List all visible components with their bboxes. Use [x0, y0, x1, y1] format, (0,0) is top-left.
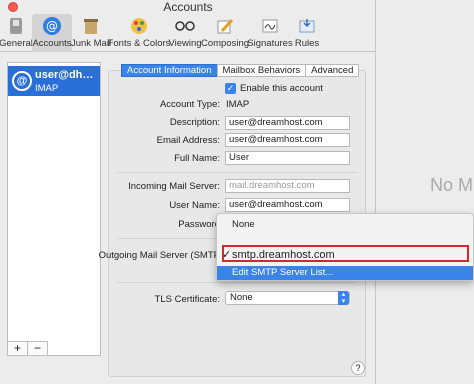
tab-advanced[interactable]: Advanced [305, 64, 360, 77]
fullname-field[interactable]: User [225, 151, 350, 165]
no-message-placeholder: No M [430, 175, 474, 195]
rules-icon [297, 16, 317, 36]
account-list[interactable]: @ user@dh… IMAP [7, 62, 101, 356]
switch-icon [6, 16, 26, 36]
description-label: Description: [169, 117, 220, 128]
preferences-toolbar: General @ Accounts Junk Mail Fonts & Col… [0, 14, 376, 52]
password-label: Password [178, 219, 220, 230]
palette-icon [129, 16, 149, 36]
email-field[interactable]: user@dreamhost.com [225, 133, 350, 147]
toolbar-accounts[interactable]: @ Accounts [32, 14, 72, 52]
username-label: User Name: [169, 200, 220, 211]
account-list-buttons: + − [7, 341, 48, 356]
tab-account-information[interactable]: Account Information [121, 64, 218, 77]
divider [117, 172, 357, 173]
account-type: IMAP [35, 83, 59, 94]
pencil-icon [215, 16, 235, 36]
toolbar-composing[interactable]: Composing [201, 14, 249, 52]
account-name: user@dh… [35, 69, 94, 81]
checkmark-icon: ✓ [225, 83, 236, 94]
toolbar-signatures[interactable]: Signatures [247, 14, 293, 52]
menu-item-none[interactable]: None [217, 218, 473, 232]
fullname-label: Full Name: [174, 153, 220, 164]
trash-icon [81, 16, 101, 36]
toolbar-viewing[interactable]: Viewing [168, 14, 202, 52]
account-type-value: IMAP [226, 99, 250, 110]
toolbar-rules[interactable]: Rules [292, 14, 322, 52]
tls-certificate-select[interactable]: None ▴ ▾ [225, 291, 350, 305]
add-account-button[interactable]: + [7, 341, 28, 356]
help-button[interactable]: ? [351, 361, 365, 375]
at-icon: @ [42, 16, 62, 36]
account-at-icon: @ [12, 71, 32, 91]
toolbar-fonts-colors[interactable]: Fonts & Colors [108, 14, 170, 52]
remove-account-button[interactable]: − [27, 341, 48, 356]
highlight-box [222, 245, 469, 262]
glasses-icon [175, 16, 195, 36]
toolbar-junk-mail[interactable]: Junk Mail [71, 14, 111, 52]
incoming-server-label: Incoming Mail Server: [128, 181, 220, 192]
menu-item-edit-smtp-list[interactable]: Edit SMTP Server List... [217, 266, 473, 280]
account-type-label: Account Type: [159, 99, 220, 110]
email-label: Email Address: [156, 135, 220, 146]
outgoing-server-label: Outgoing Mail Server (SMTP [98, 250, 220, 261]
toolbar-general[interactable]: General [0, 14, 33, 52]
account-item[interactable]: @ user@dh… IMAP [8, 66, 100, 96]
window-title: Accounts [163, 0, 213, 14]
signature-icon [260, 16, 280, 36]
enable-account-checkbox[interactable]: ✓ Enable this account [225, 83, 323, 94]
username-field[interactable]: user@dreamhost.com [225, 198, 350, 212]
preferences-window: Accounts General @ Accounts Junk Mail Fo… [0, 0, 376, 384]
description-field[interactable]: user@dreamhost.com [225, 116, 350, 130]
tab-mailbox-behaviors[interactable]: Mailbox Behaviors [216, 64, 307, 77]
incoming-server-field[interactable]: mail.dreamhost.com [225, 179, 350, 193]
divider [117, 282, 357, 283]
chevron-updown-icon: ▴ ▾ [338, 291, 349, 305]
account-tabs: Account Information Mailbox Behaviors Ad… [121, 64, 360, 77]
tls-label: TLS Certificate: [154, 294, 220, 305]
svg-text:@: @ [46, 19, 58, 33]
